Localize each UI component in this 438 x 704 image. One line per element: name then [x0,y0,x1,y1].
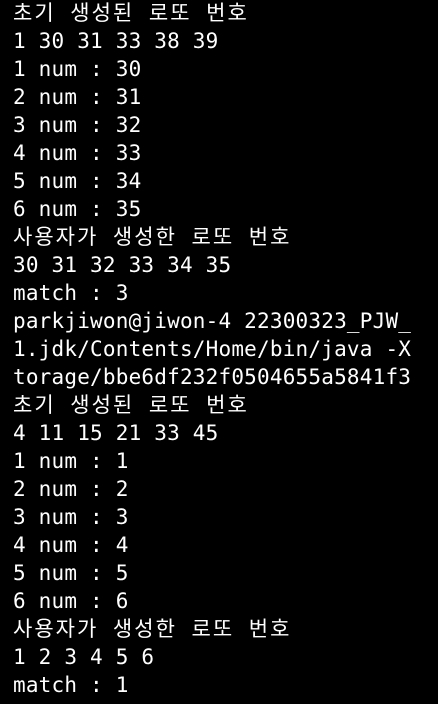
terminal-line-input: 5 num : 5 [13,561,129,585]
terminal-line-input: 3 num : 3 [13,505,129,529]
terminal-line-heading-user: 사용자가 생성한 로또 번호 [13,225,292,249]
terminal-line-match: match : 3 [13,281,129,305]
terminal-line-input: 1 num : 1 [13,449,129,473]
terminal-line-initial-numbers: 1 30 31 33 38 39 [13,29,219,53]
terminal-line-input: 6 num : 6 [13,589,129,613]
terminal-line-command: torage/bbe6df232f0504655a5841f3 [13,365,412,389]
terminal-line-input: 3 num : 32 [13,113,142,137]
terminal-line-heading-initial: 초기 생성된 로또 번호 [13,1,249,25]
terminal-line-input: 1 num : 30 [13,57,142,81]
terminal-lines: 초기 생성된 로또 번호 1 30 31 33 38 39 1 num : 30… [13,0,411,699]
terminal-line-initial-numbers: 4 11 15 21 33 45 [13,421,219,445]
terminal-line-input: 4 num : 4 [13,533,129,557]
terminal-line-user-numbers: 1 2 3 4 5 6 [13,645,155,669]
terminal-line-input: 4 num : 33 [13,141,142,165]
terminal-line-match: match : 1 [13,673,129,697]
terminal-line-input: 5 num : 34 [13,169,142,193]
terminal-line-user-numbers: 30 31 32 33 34 35 [13,253,232,277]
terminal-line-prompt: parkjiwon@jiwon-4 22300323_PJW_ [13,309,412,333]
terminal-line-input: 2 num : 2 [13,477,129,501]
terminal-line-heading-user: 사용자가 생성한 로또 번호 [13,617,292,641]
terminal-line-command: 1.jdk/Contents/Home/bin/java -X [13,337,412,361]
terminal-output[interactable]: 초기 생성된 로또 번호 1 30 31 33 38 39 1 num : 30… [0,0,438,704]
terminal-line-heading-initial: 초기 생성된 로또 번호 [13,393,249,417]
terminal-line-input: 2 num : 31 [13,85,142,109]
terminal-line-input: 6 num : 35 [13,197,142,221]
